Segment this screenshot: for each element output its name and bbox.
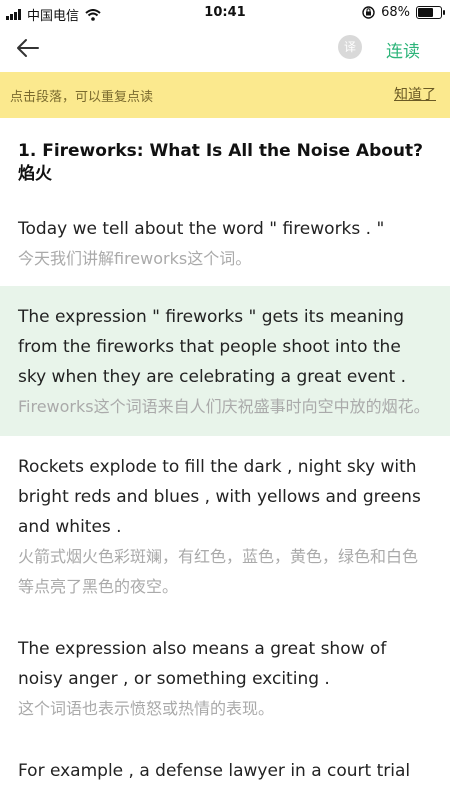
battery-icon	[416, 6, 445, 19]
paragraph-zh: 火箭式烟火色彩斑斓，有红色，蓝色，黄色，绿色和白色等点亮了黑色的夜空。	[18, 547, 419, 596]
paragraph-1[interactable]: Today we tell about the word " fireworks…	[0, 186, 450, 286]
paragraph-3[interactable]: Rockets explode to fill the dark , night…	[0, 436, 450, 614]
paragraph-2-highlighted[interactable]: The expression " fireworks " gets its me…	[0, 286, 450, 436]
article-content: 1. Fireworks: What Is All the Noise Abou…	[0, 118, 450, 798]
paragraph-5[interactable]: For example , a defense lawyer in a cour…	[0, 736, 450, 798]
article-title-en: 1. Fireworks: What Is All the Noise Abou…	[18, 141, 424, 161]
paragraph-en: For example , a defense lawyer in a cour…	[18, 761, 411, 781]
paragraph-zh: Fireworks这个词语来自人们庆祝盛事时向空中放的烟花。	[18, 397, 430, 416]
article-title: 1. Fireworks: What Is All the Noise Abou…	[0, 118, 450, 186]
translate-button[interactable]: 译	[338, 35, 362, 59]
status-right: 68%	[362, 5, 445, 20]
tip-dismiss-button[interactable]: 知道了	[394, 84, 436, 104]
paragraph-4[interactable]: The expression also means a great show o…	[0, 614, 450, 736]
tip-banner: 点击段落，可以重复点读 知道了	[0, 72, 450, 118]
paragraph-en: The expression also means a great show o…	[18, 639, 387, 689]
paragraph-en: Rockets explode to fill the dark , night…	[18, 457, 421, 537]
paragraph-zh: 这个词语也表示愤怒或热情的表现。	[18, 699, 275, 718]
tip-text: 点击段落，可以重复点读	[10, 90, 154, 105]
paragraph-zh: 今天我们讲解fireworks这个词。	[18, 249, 252, 268]
status-bar: 中国电信 10:41 68%	[0, 0, 450, 26]
article-title-zh: 焰火	[18, 164, 52, 184]
orientation-lock-icon	[362, 6, 375, 19]
paragraph-en: The expression " fireworks " gets its me…	[18, 307, 407, 387]
battery-percent: 68%	[381, 5, 410, 20]
nav-bar: 译 连读	[0, 26, 450, 70]
continuous-read-button[interactable]: 连读	[386, 37, 420, 62]
paragraph-en: Today we tell about the word " fireworks…	[18, 219, 385, 239]
back-arrow-icon[interactable]	[14, 34, 42, 62]
